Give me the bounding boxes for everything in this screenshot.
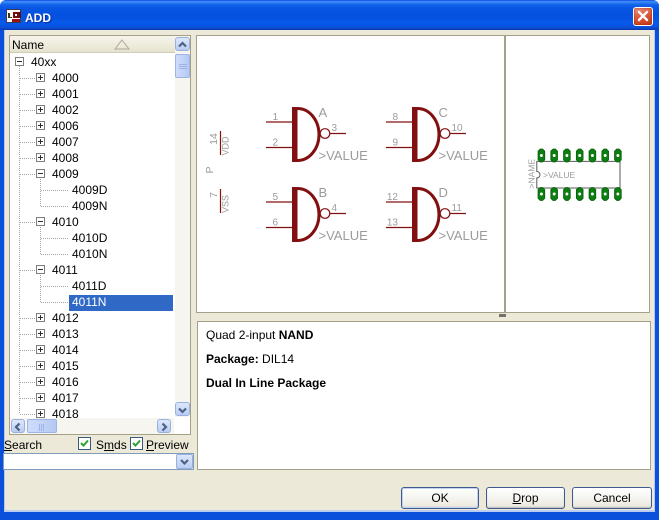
svg-text:7: 7: [208, 192, 220, 198]
svg-text:>VALUE: >VALUE: [319, 228, 369, 243]
svg-text:>VALUE: >VALUE: [543, 170, 576, 180]
svg-text:4: 4: [332, 203, 338, 214]
svg-text:>VALUE: >VALUE: [439, 148, 489, 163]
svg-text:C: C: [439, 105, 448, 120]
svg-text:12: 12: [387, 192, 399, 203]
svg-text:11: 11: [452, 203, 463, 214]
svg-text:>NAME: >NAME: [527, 159, 537, 189]
svg-text:VSS: VSS: [221, 195, 231, 213]
svg-text:1: 1: [272, 112, 278, 123]
svg-text:>VALUE: >VALUE: [439, 228, 489, 243]
svg-text:D: D: [439, 185, 448, 200]
svg-text:3: 3: [332, 123, 338, 134]
svg-text:A: A: [319, 105, 328, 120]
svg-text:2: 2: [272, 138, 278, 149]
svg-text:14: 14: [208, 133, 220, 145]
svg-text:P: P: [204, 166, 216, 173]
svg-text:VDD: VDD: [221, 136, 231, 156]
svg-text:8: 8: [392, 112, 398, 123]
svg-text:10: 10: [452, 123, 464, 134]
svg-text:B: B: [319, 185, 328, 200]
svg-text:6: 6: [272, 218, 278, 229]
svg-text:>VALUE: >VALUE: [319, 148, 369, 163]
svg-text:13: 13: [387, 218, 399, 229]
svg-text:5: 5: [272, 192, 278, 203]
svg-text:9: 9: [392, 138, 398, 149]
